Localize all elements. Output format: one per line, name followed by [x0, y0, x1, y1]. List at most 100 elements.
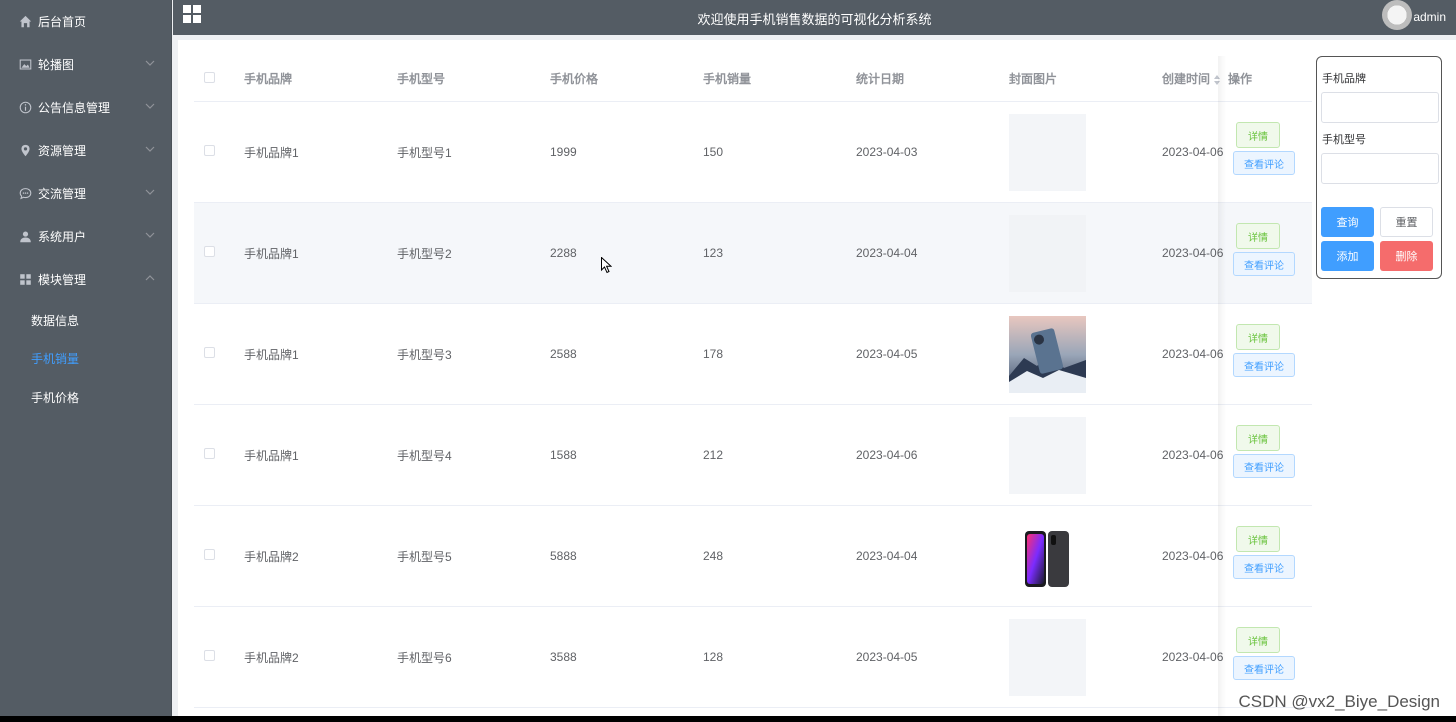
table-row: 手机品牌1 手机型号1 1999 150 2023-04-03 2023-04-…	[194, 102, 1312, 203]
view-comments-button[interactable]: 查看评论	[1233, 656, 1295, 680]
sidebar-item-exchange[interactable]: 交流管理	[0, 172, 171, 215]
cell-created: 2023-04-06	[1162, 650, 1224, 664]
cell-sales: 150	[703, 145, 724, 159]
view-comments-button[interactable]: 查看评论	[1233, 555, 1295, 579]
view-comments-button[interactable]: 查看评论	[1233, 252, 1295, 276]
delete-button[interactable]: 删除	[1380, 241, 1433, 271]
detail-button[interactable]: 详情	[1236, 324, 1280, 350]
sidebar-subitem-label: 手机价格	[31, 390, 80, 405]
row-checkbox[interactable]	[204, 650, 215, 661]
cell-date: 2023-04-03	[856, 145, 918, 159]
cell-sales: 178	[703, 347, 724, 361]
cell-created: 2023-04-06	[1162, 549, 1224, 563]
search-panel: 手机品牌 手机型号 查询 重置 添加 删除	[1316, 56, 1442, 279]
brand-label: 手机品牌	[1322, 73, 1366, 85]
column-header: 手机型号	[397, 72, 446, 86]
cell-sales: 123	[703, 246, 724, 260]
cell-price: 1588	[550, 448, 577, 462]
sidebar-item-label: 系统用户	[38, 230, 87, 244]
view-comments-button[interactable]: 查看评论	[1233, 454, 1295, 478]
table-row: 手机品牌1 手机型号2 2288 123 2023-04-04 2023-04-…	[194, 203, 1312, 304]
row-checkbox[interactable]	[204, 448, 215, 459]
top-header: 欢迎使用手机销售数据的可视化分析系统 admin	[173, 0, 1456, 35]
cover-image-phone-photo	[1009, 315, 1086, 393]
sidebar-item-home[interactable]: 后台首页	[0, 0, 171, 43]
sidebar-subitem-data-info[interactable]: 数据信息	[0, 301, 171, 340]
column-header: 统计日期	[856, 72, 905, 86]
user-name[interactable]: admin	[1413, 10, 1446, 24]
select-all-cell	[194, 71, 244, 86]
add-button[interactable]: 添加	[1321, 241, 1374, 271]
cell-created: 2023-04-06	[1162, 145, 1224, 159]
row-checkbox[interactable]	[204, 347, 215, 358]
query-button[interactable]: 查询	[1321, 207, 1374, 237]
model-input[interactable]	[1321, 153, 1439, 184]
watermark-text: CSDN @vx2_Biye_Design	[1238, 692, 1440, 711]
sidebar-item-label: 资源管理	[38, 144, 87, 158]
chevron-down-icon	[145, 232, 155, 238]
sidebar-item-resources[interactable]: 资源管理	[0, 129, 171, 172]
detail-button[interactable]: 详情	[1236, 223, 1280, 249]
sidebar-item-label: 交流管理	[38, 187, 87, 201]
cell-brand: 手机品牌1	[244, 347, 299, 362]
row-checkbox[interactable]	[204, 246, 215, 257]
cover-image-placeholder	[1009, 416, 1086, 494]
chevron-down-icon	[145, 146, 155, 152]
cell-brand: 手机品牌1	[244, 145, 299, 160]
cell-model: 手机型号3	[397, 347, 452, 362]
cell-model: 手机型号2	[397, 246, 452, 261]
column-header: 手机价格	[550, 72, 599, 86]
cell-model: 手机型号6	[397, 650, 452, 665]
reset-button[interactable]: 重置	[1380, 207, 1433, 237]
view-comments-button[interactable]: 查看评论	[1233, 151, 1295, 175]
sidebar-item-modules[interactable]: 模块管理	[0, 258, 171, 301]
cell-brand: 手机品牌2	[244, 650, 299, 665]
model-label: 手机型号	[1322, 134, 1366, 146]
sidebar-subitem-phone-sales[interactable]: 手机销量	[0, 340, 171, 379]
table-row: 手机品牌1 手机型号3 2588 178 2023-04-05 2023-04-…	[194, 304, 1312, 405]
detail-button[interactable]: 详情	[1236, 425, 1280, 451]
cell-brand: 手机品牌1	[244, 448, 299, 463]
sidebar-item-label: 后台首页	[38, 15, 87, 29]
sidebar: 后台首页 轮播图 公告信息管理 资源管理 交流管理 系统用户 模块管理 数据信息…	[0, 0, 172, 716]
cover-image-placeholder	[1009, 618, 1086, 696]
sidebar-item-carousel[interactable]: 轮播图	[0, 43, 171, 86]
detail-button[interactable]: 详情	[1236, 627, 1280, 653]
column-header: 手机销量	[703, 72, 752, 86]
sidebar-subitem-phone-price[interactable]: 手机价格	[0, 378, 171, 417]
avatar[interactable]	[1382, 0, 1412, 30]
chat-icon	[18, 187, 32, 201]
column-header-sortable[interactable]: 创建时间	[1162, 70, 1224, 87]
cell-price: 5888	[550, 549, 577, 563]
fixed-column-shadow	[1218, 56, 1226, 722]
chevron-down-icon	[145, 189, 155, 195]
table-row: 手机品牌2 手机型号6 3588 128 2023-04-05 2023-04-…	[194, 607, 1312, 708]
cell-date: 2023-04-05	[856, 650, 918, 664]
column-header: 操作	[1228, 72, 1253, 86]
info-icon	[18, 101, 32, 115]
home-icon	[18, 15, 32, 29]
cover-image-placeholder	[1009, 113, 1086, 191]
cell-date: 2023-04-05	[856, 347, 918, 361]
row-checkbox[interactable]	[204, 145, 215, 156]
cell-price: 2288	[550, 246, 577, 260]
detail-button[interactable]: 详情	[1236, 122, 1280, 148]
sidebar-item-notice[interactable]: 公告信息管理	[0, 86, 171, 129]
sidebar-item-label: 公告信息管理	[38, 101, 111, 115]
column-header-label: 创建时间	[1162, 72, 1211, 86]
chevron-down-icon	[145, 60, 155, 66]
cell-price: 1999	[550, 145, 577, 159]
row-checkbox[interactable]	[204, 549, 215, 560]
bottom-bar	[0, 716, 1456, 722]
brand-input[interactable]	[1321, 92, 1439, 123]
image-icon	[18, 58, 32, 72]
view-comments-button[interactable]: 查看评论	[1233, 353, 1295, 377]
select-all-checkbox[interactable]	[204, 71, 215, 83]
cell-date: 2023-04-04	[856, 549, 918, 563]
sidebar-item-users[interactable]: 系统用户	[0, 215, 171, 258]
detail-button[interactable]: 详情	[1236, 526, 1280, 552]
chevron-down-icon	[145, 103, 155, 109]
cell-price: 3588	[550, 650, 577, 664]
mouse-cursor-icon	[601, 257, 612, 274]
sidebar-item-label: 模块管理	[38, 273, 87, 287]
